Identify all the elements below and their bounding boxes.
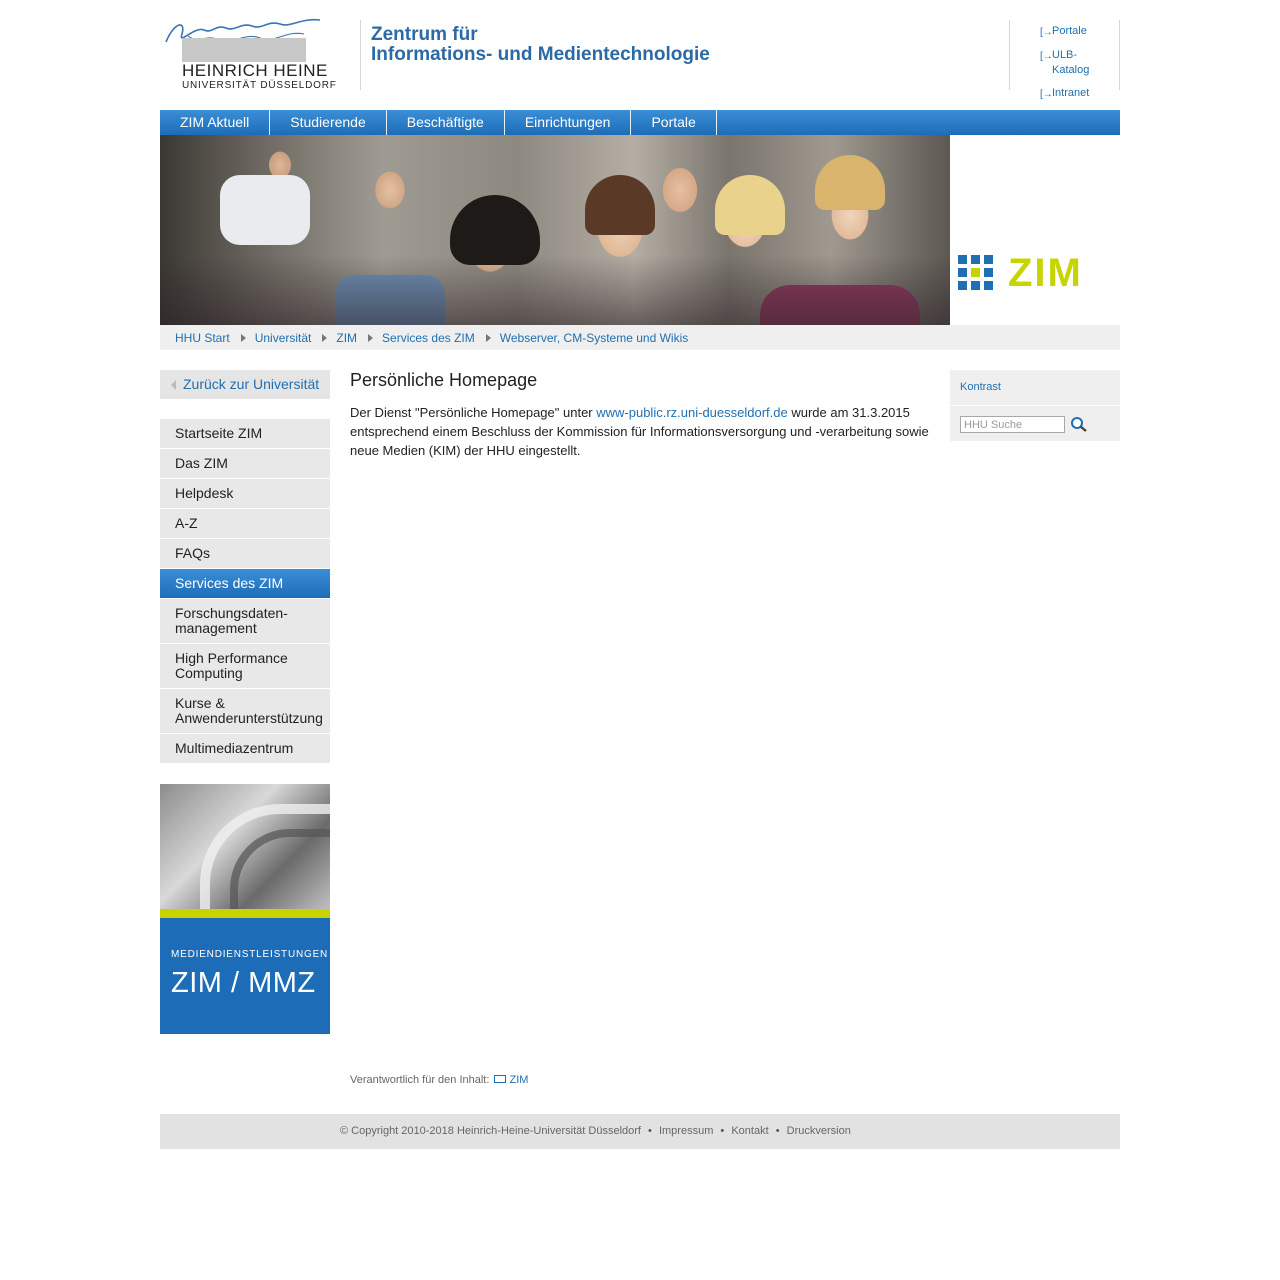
promo-stripe xyxy=(160,909,330,918)
footer-separator: • xyxy=(775,1125,780,1137)
tab-portale[interactable]: Portale xyxy=(631,110,717,135)
zim-grid-icon xyxy=(958,255,994,291)
sidebar-item-a-z[interactable]: A-Z xyxy=(160,509,330,539)
sidebar-item-label: High Performance Computing xyxy=(175,650,288,681)
quicklink-label[interactable]: Intranet xyxy=(1052,86,1089,101)
quicklink-label[interactable]: ULB-Katalog xyxy=(1052,48,1094,78)
quicklink-label[interactable]: Portale xyxy=(1052,24,1087,39)
banner-shade xyxy=(160,255,950,325)
mail-icon xyxy=(494,1075,507,1083)
tab-zim-aktuell[interactable]: ZIM Aktuell xyxy=(160,110,271,135)
logo-gray-block xyxy=(182,38,306,62)
promo-photo xyxy=(160,784,330,909)
utility-box: Kontrast xyxy=(950,370,1120,441)
banner-figure xyxy=(585,175,655,235)
logo-name: HEINRICH HEINE xyxy=(182,61,328,80)
search-input[interactable] xyxy=(960,416,1065,433)
zim-wordmark: ZIM xyxy=(1008,251,1083,295)
university-logo[interactable]: HEINRICH HEINE UNIVERSITÄT DÜSSELDORF xyxy=(160,14,336,94)
external-link-icon: [→ xyxy=(1040,27,1053,38)
footer-link-druckversion[interactable]: Druckversion xyxy=(787,1125,851,1137)
breadcrumb-zim[interactable]: ZIM xyxy=(336,331,357,345)
sidebar-item-label: Kurse & Anwenderunterstützung xyxy=(175,695,323,726)
content-paragraph: Der Dienst "Persönliche Homepage" unter … xyxy=(350,403,940,460)
breadcrumb-arrow-icon xyxy=(322,333,328,342)
banner-photo xyxy=(160,135,950,325)
responsible-label: Verantwortlich für den Inhalt: xyxy=(350,1074,490,1086)
footer-link-kontakt[interactable]: Kontakt xyxy=(731,1125,768,1137)
quicklink-portale[interactable]: [→ Portale xyxy=(1040,24,1115,40)
sidebar-item-high-performance-computing[interactable]: High Performance Computing xyxy=(160,644,330,689)
footer: © Copyright 2010-2018 Heinrich-Heine-Uni… xyxy=(160,1114,1120,1149)
sidebar-item-label: Forschungsdaten-management xyxy=(175,605,288,636)
sidebar-item-forschungsdatenmanagement[interactable]: Forschungsdaten-management xyxy=(160,599,330,644)
responsible-line: Verantwortlich für den Inhalt: ZIM xyxy=(350,1074,528,1086)
zim-logo[interactable]: ZIM xyxy=(950,135,1120,325)
site-title-line2: Informations- und Medientechnologie xyxy=(371,44,710,65)
breadcrumb-arrow-icon xyxy=(240,333,246,342)
quicklinks: [→ Portale [→ ULB-Katalog [→ Intranet xyxy=(1040,24,1115,110)
header-divider xyxy=(1119,20,1120,90)
banner-figure xyxy=(815,155,885,210)
external-link-icon: [→ xyxy=(1040,89,1053,100)
tab-studierende[interactable]: Studierende xyxy=(270,110,387,135)
footer-link-impressum[interactable]: Impressum xyxy=(659,1125,713,1137)
header-divider xyxy=(360,20,361,90)
sidebar-item-das-zim[interactable]: Das ZIM xyxy=(160,449,330,479)
logo-subtitle: UNIVERSITÄT DÜSSELDORF xyxy=(182,80,337,91)
media-services-promo[interactable]: MEDIENDIENSTLEISTUNGEN ZIM / MMZ xyxy=(160,784,330,1034)
footer-separator: • xyxy=(648,1125,652,1137)
header-divider xyxy=(1009,20,1010,90)
sidebar-item-services-des-zim[interactable]: Services des ZIM xyxy=(160,569,330,599)
homepage-server-link[interactable]: www-public.rz.uni-duesseldorf.de xyxy=(596,405,787,420)
breadcrumb-services[interactable]: Services des ZIM xyxy=(382,331,475,345)
site-title-line1: Zentrum für xyxy=(371,24,478,45)
main-content: Persönliche Homepage Der Dienst "Persönl… xyxy=(350,370,940,460)
sidebar-item-startseite-zim[interactable]: Startseite ZIM xyxy=(160,419,330,449)
header: HEINRICH HEINE UNIVERSITÄT DÜSSELDORF Ze… xyxy=(160,0,1120,110)
breadcrumb-hhu-start[interactable]: HHU Start xyxy=(175,331,230,345)
banner-figure xyxy=(715,175,785,235)
breadcrumb-arrow-icon xyxy=(485,333,491,342)
sidebar-item-helpdesk[interactable]: Helpdesk xyxy=(160,479,330,509)
back-arrow-icon xyxy=(171,380,176,390)
back-link-label: Zurück zur Universität xyxy=(183,376,320,392)
utility-divider xyxy=(950,405,1120,406)
quicklink-intranet[interactable]: [→ Intranet xyxy=(1040,86,1115,102)
breadcrumb-universitaet[interactable]: Universität xyxy=(255,331,312,345)
breadcrumb: HHU Start Universität ZIM Services des Z… xyxy=(160,325,1120,350)
promo-caption: MEDIENDIENSTLEISTUNGEN xyxy=(171,949,329,960)
tab-beschaeftigte[interactable]: Beschäftigte xyxy=(387,110,505,135)
quicklink-ulb-katalog[interactable]: [→ ULB-Katalog xyxy=(1040,48,1115,78)
copyright-text: © Copyright 2010-2018 Heinrich-Heine-Uni… xyxy=(340,1125,641,1137)
footer-separator: • xyxy=(720,1125,725,1137)
sidebar-navigation: Startseite ZIM Das ZIM Helpdesk A-Z FAQs… xyxy=(160,419,330,764)
page-title: Persönliche Homepage xyxy=(350,370,538,390)
site-title[interactable]: Zentrum für Informations- und Medientech… xyxy=(371,25,710,65)
sidebar-item-multimediazentrum[interactable]: Multimediazentrum xyxy=(160,734,330,764)
banner-figure xyxy=(220,175,310,245)
sidebar-item-kurse[interactable]: Kurse & Anwenderunterstützung xyxy=(160,689,330,734)
breadcrumb-webserver[interactable]: Webserver, CM-Systeme und Wikis xyxy=(500,331,689,345)
content-text: Der Dienst "Persönliche Homepage" unter xyxy=(350,405,597,420)
responsible-contact-link[interactable]: ZIM xyxy=(509,1074,528,1086)
back-to-university-link[interactable]: Zurück zur Universität xyxy=(160,370,330,399)
search-icon[interactable] xyxy=(1070,416,1088,432)
contrast-link[interactable]: Kontrast xyxy=(960,381,1001,393)
breadcrumb-arrow-icon xyxy=(368,333,374,342)
sidebar-item-faqs[interactable]: FAQs xyxy=(160,539,330,569)
promo-title: ZIM / MMZ xyxy=(171,967,316,999)
external-link-icon: [→ xyxy=(1040,51,1053,62)
main-navigation: ZIM Aktuell Studierende Beschäftigte Ein… xyxy=(160,110,1120,135)
page: HEINRICH HEINE UNIVERSITÄT DÜSSELDORF Ze… xyxy=(160,0,1120,1149)
tab-einrichtungen[interactable]: Einrichtungen xyxy=(505,110,632,135)
